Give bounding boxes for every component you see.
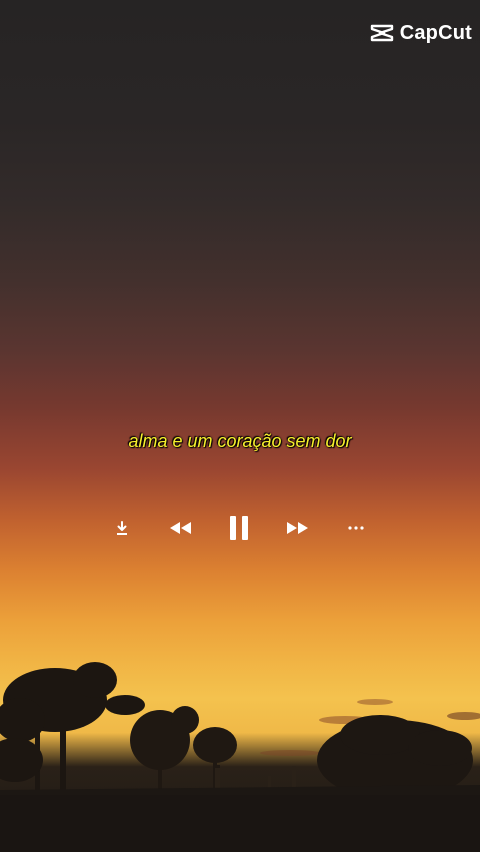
download-icon [117, 521, 127, 535]
fast-forward-icon [287, 522, 308, 534]
download-button[interactable] [108, 512, 136, 544]
pause-icon [230, 516, 248, 540]
rewind-icon [170, 522, 191, 534]
capcut-watermark: CapCut [370, 20, 472, 46]
fast-forward-button[interactable] [282, 512, 314, 544]
crescent-moon-icon [247, 399, 256, 407]
sunset-background [0, 0, 480, 852]
media-controls [0, 512, 480, 544]
more-options-button[interactable] [342, 512, 370, 544]
lyric-caption: alma e um coração sem dor [128, 431, 352, 451]
brand-name: CapCut [399, 21, 472, 44]
pause-button[interactable] [223, 512, 255, 544]
capcut-logo-icon [370, 24, 393, 42]
tree-silhouettes [0, 662, 480, 852]
more-horizontal-icon [348, 526, 364, 530]
rewind-button[interactable] [164, 512, 196, 544]
